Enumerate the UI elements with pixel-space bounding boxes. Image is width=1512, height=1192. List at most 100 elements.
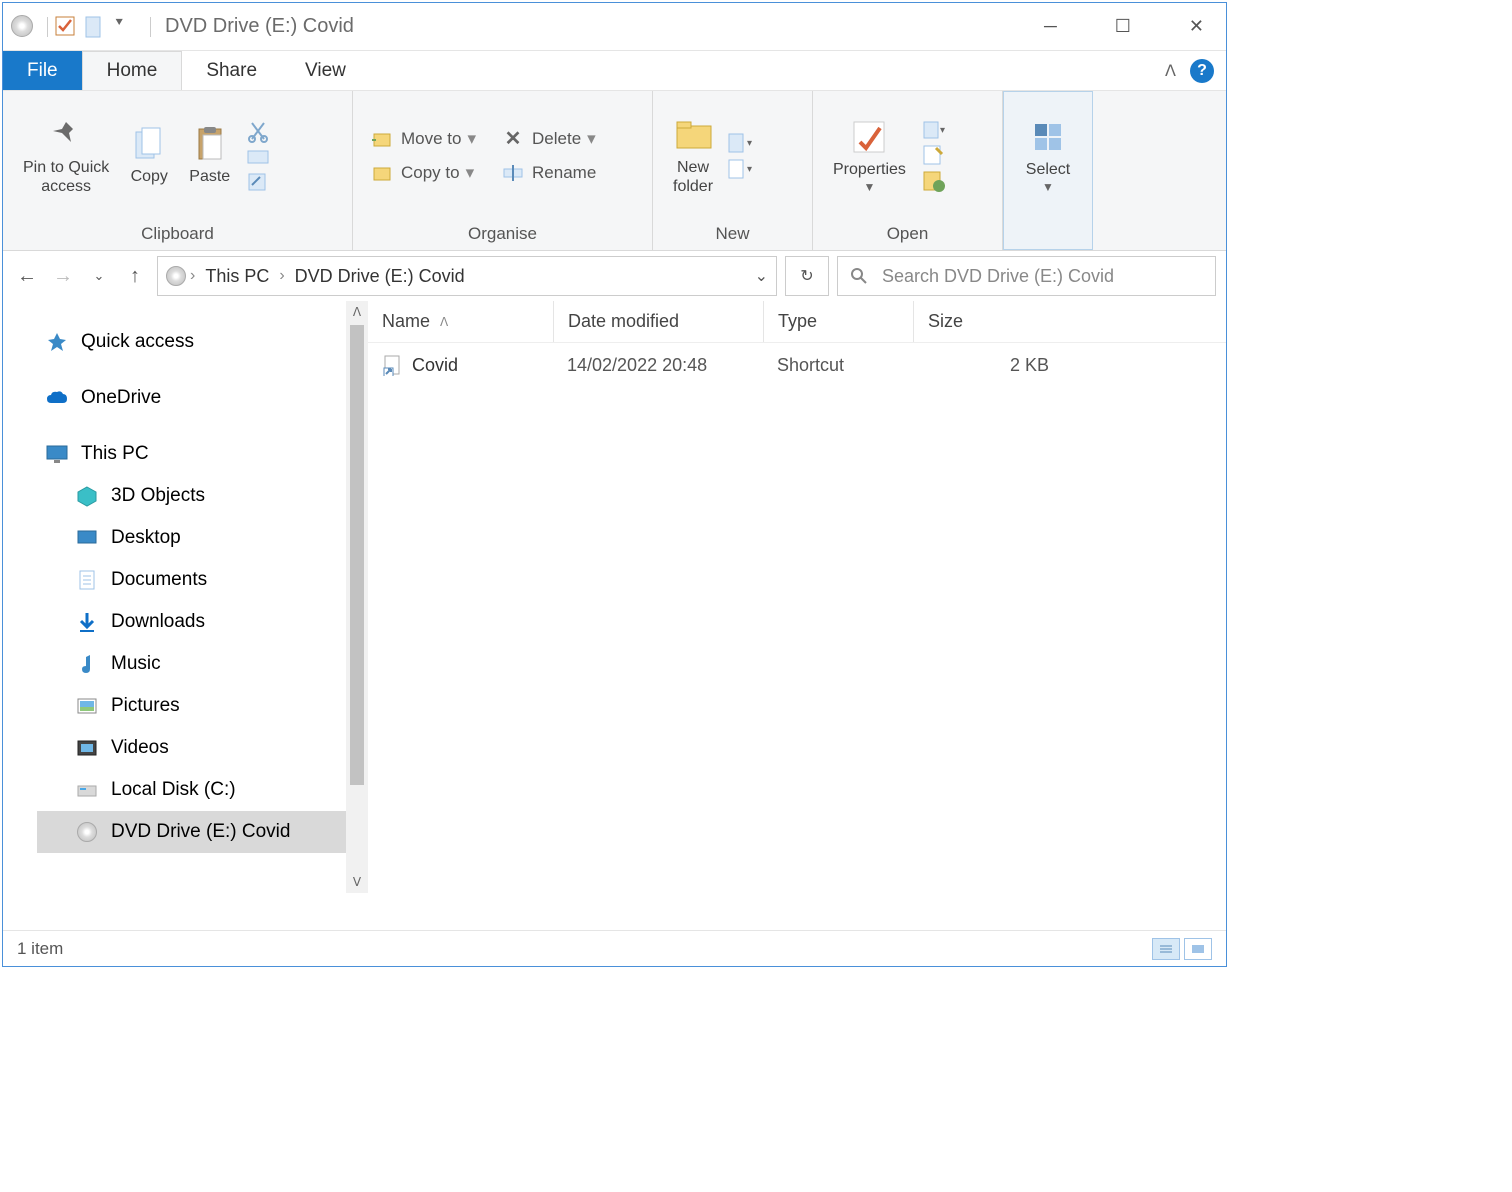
scroll-up-icon[interactable]: ᐱ <box>353 301 361 323</box>
edit-icon[interactable] <box>922 144 946 166</box>
maximize-button[interactable]: ☐ <box>1101 12 1145 41</box>
ribbon-tabs: File Home Share View ᐱ ? <box>3 51 1226 91</box>
properties-button[interactable]: Properties▼ <box>823 111 916 199</box>
content-area: Quick access OneDrive This PC 3D Objects… <box>3 301 1226 893</box>
tree-dvd-drive[interactable]: DVD Drive (E:) Covid <box>37 811 368 853</box>
new-folder-icon <box>673 115 713 155</box>
back-button[interactable]: ← <box>13 262 41 290</box>
shortcut-icon <box>382 354 402 376</box>
svg-text:▾: ▾ <box>747 164 752 175</box>
status-bar: 1 item <box>3 930 1226 966</box>
move-to-icon <box>371 128 393 150</box>
dvd-icon <box>75 820 99 844</box>
up-button[interactable]: ↑ <box>121 262 149 290</box>
cut-icon[interactable] <box>246 119 270 143</box>
column-date[interactable]: Date modified <box>553 301 763 342</box>
tree-scrollbar[interactable]: ᐱ ᐯ <box>346 301 368 893</box>
qat-dropdown-icon[interactable]: ⯆ <box>114 15 138 39</box>
search-icon <box>850 267 868 285</box>
new-folder-button[interactable]: New folder <box>663 109 723 202</box>
separator <box>150 17 151 37</box>
column-name[interactable]: Nameᐱ <box>368 301 553 342</box>
videos-icon <box>75 736 99 760</box>
chevron-right-icon[interactable]: › <box>275 267 288 285</box>
tree-desktop[interactable]: Desktop <box>37 517 368 559</box>
cube-icon <box>75 484 99 508</box>
file-name: Covid <box>412 355 458 376</box>
help-button[interactable]: ? <box>1190 59 1214 83</box>
paste-shortcut-icon[interactable] <box>246 171 270 193</box>
window-title: DVD Drive (E:) Covid <box>165 15 354 38</box>
file-list: Nameᐱ Date modified Type Size Covid 14/0… <box>368 301 1226 893</box>
copy-path-icon[interactable] <box>246 147 270 167</box>
delete-icon: ✕ <box>502 128 524 150</box>
file-size: 2 KB <box>913 343 1063 387</box>
checkbox-icon[interactable] <box>54 15 78 39</box>
address-dropdown-icon[interactable]: ⌄ <box>755 266 768 286</box>
column-size[interactable]: Size <box>913 301 1063 342</box>
details-view-button[interactable] <box>1152 938 1180 960</box>
tree-local-disk[interactable]: Local Disk (C:) <box>37 769 368 811</box>
tree-this-pc[interactable]: This PC <box>37 433 368 475</box>
breadcrumb-current[interactable]: DVD Drive (E:) Covid <box>289 266 471 287</box>
chevron-right-icon[interactable]: › <box>186 267 199 285</box>
pin-to-quick-access-button[interactable]: Pin to Quick access <box>13 109 119 202</box>
document-icon[interactable] <box>84 15 108 39</box>
titlebar: ⯆ DVD Drive (E:) Covid ─ ☐ ✕ <box>3 3 1226 51</box>
new-item-icon[interactable]: ▾ <box>727 132 753 154</box>
tree-quick-access[interactable]: Quick access <box>37 321 368 363</box>
tree-3d-objects[interactable]: 3D Objects <box>37 475 368 517</box>
scrollbar-thumb[interactable] <box>350 325 364 785</box>
star-icon <box>45 330 69 354</box>
select-icon <box>1028 117 1068 157</box>
breadcrumb-this-pc[interactable]: This PC <box>199 266 275 287</box>
column-type[interactable]: Type <box>763 301 913 342</box>
recent-locations-button[interactable]: ⌄ <box>85 262 113 290</box>
refresh-button[interactable]: ↻ <box>785 256 829 296</box>
file-date: 14/02/2022 20:48 <box>553 343 763 387</box>
breadcrumb-bar[interactable]: › This PC › DVD Drive (E:) Covid ⌄ <box>157 256 777 296</box>
tree-documents[interactable]: Documents <box>37 559 368 601</box>
address-bar: ← → ⌄ ↑ › This PC › DVD Drive (E:) Covid… <box>3 251 1226 301</box>
rename-button[interactable]: Rename <box>494 158 604 188</box>
group-label-clipboard: Clipboard <box>3 220 352 250</box>
search-box[interactable]: Search DVD Drive (E:) Covid <box>837 256 1216 296</box>
dvd-icon <box>11 15 35 39</box>
open-icon[interactable]: ▾ <box>922 120 946 140</box>
minimize-button[interactable]: ─ <box>1030 12 1071 41</box>
easy-access-icon[interactable]: ▾ <box>727 158 753 180</box>
tree-downloads[interactable]: Downloads <box>37 601 368 643</box>
group-label-organise: Organise <box>353 220 652 250</box>
rename-icon <box>502 162 524 184</box>
navigation-tree: Quick access OneDrive This PC 3D Objects… <box>3 301 368 893</box>
tab-view[interactable]: View <box>281 51 370 90</box>
pin-icon <box>46 115 86 155</box>
collapse-ribbon-icon[interactable]: ᐱ <box>1165 61 1176 81</box>
download-icon <box>75 610 99 634</box>
paste-button[interactable]: Paste <box>179 118 240 192</box>
scroll-down-icon[interactable]: ᐯ <box>353 871 361 893</box>
file-row[interactable]: Covid 14/02/2022 20:48 Shortcut 2 KB <box>368 343 1226 387</box>
tab-home[interactable]: Home <box>82 51 183 90</box>
thumbnails-view-button[interactable] <box>1184 938 1212 960</box>
tree-videos[interactable]: Videos <box>37 727 368 769</box>
svg-text:▾: ▾ <box>940 125 945 136</box>
tree-onedrive[interactable]: OneDrive <box>37 377 368 419</box>
copy-button[interactable]: Copy <box>119 118 179 192</box>
tab-share[interactable]: Share <box>182 51 281 90</box>
tree-music[interactable]: Music <box>37 643 368 685</box>
forward-button[interactable]: → <box>49 262 77 290</box>
music-icon <box>75 652 99 676</box>
select-button[interactable]: Select▼ <box>1016 111 1080 199</box>
tab-file[interactable]: File <box>3 51 82 90</box>
separator <box>47 17 48 37</box>
delete-button[interactable]: ✕ Delete▾ <box>494 124 604 154</box>
sort-ascending-icon: ᐱ <box>440 315 448 329</box>
tree-pictures[interactable]: Pictures <box>37 685 368 727</box>
group-label-new: New <box>653 220 812 250</box>
history-icon[interactable] <box>922 170 946 192</box>
copy-to-button[interactable]: Copy to▾ <box>363 158 484 188</box>
search-placeholder: Search DVD Drive (E:) Covid <box>882 266 1114 287</box>
close-button[interactable]: ✕ <box>1175 12 1218 41</box>
move-to-button[interactable]: Move to▾ <box>363 124 484 154</box>
